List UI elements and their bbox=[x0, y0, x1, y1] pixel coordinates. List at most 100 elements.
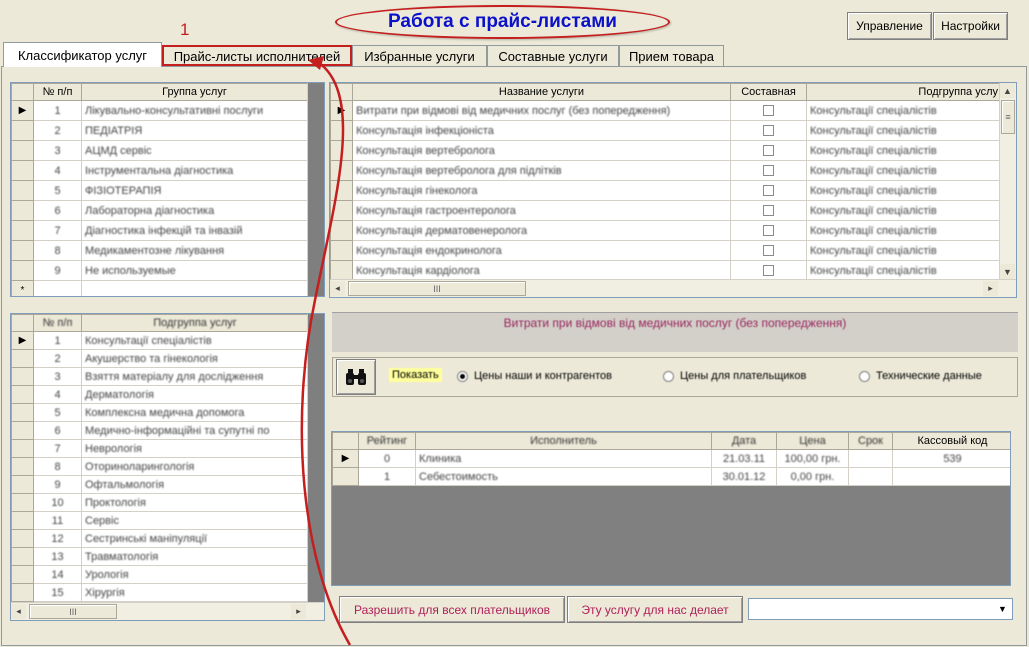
search-button[interactable] bbox=[336, 359, 376, 395]
scroll-right-icon[interactable]: ▸ bbox=[983, 281, 998, 296]
row-selector[interactable] bbox=[11, 547, 34, 566]
table-row[interactable]: ▶ 0 Клиника 21.03.11 100,00 грн. 539 bbox=[332, 449, 1010, 468]
service-subgroup[interactable]: Консультації спеціалістів bbox=[806, 120, 1001, 141]
composite-checkbox[interactable] bbox=[763, 225, 774, 237]
subgroup-name[interactable]: Консультації спеціалістів bbox=[81, 331, 309, 350]
group-name[interactable]: ФІЗІОТЕРАПІЯ bbox=[81, 180, 308, 201]
subgroup-name[interactable]: Урологія bbox=[81, 565, 309, 584]
group-name[interactable]: Не используемые bbox=[81, 260, 308, 281]
table-row[interactable]: 13 Травматологія bbox=[11, 547, 309, 566]
row-selector[interactable] bbox=[330, 260, 353, 281]
service-subgroup[interactable]: Консультації спеціалістів bbox=[806, 100, 1001, 121]
table-row[interactable]: 2 Акушерство та гінекологія bbox=[11, 349, 309, 368]
row-selector[interactable] bbox=[330, 180, 353, 201]
composite-checkbox-cell[interactable] bbox=[730, 140, 807, 161]
composite-checkbox[interactable] bbox=[763, 165, 774, 177]
composite-checkbox[interactable] bbox=[763, 185, 774, 197]
subgroup-name[interactable]: Взяття матеріалу для дослідження bbox=[81, 367, 309, 386]
row-selector[interactable] bbox=[11, 565, 34, 584]
table-row[interactable]: 4 Інструментальна діагностика bbox=[11, 160, 308, 181]
row-selector[interactable] bbox=[11, 367, 34, 386]
table-row[interactable]: Консультація інфекціоніста Консультації с… bbox=[330, 120, 1001, 141]
composite-checkbox-cell[interactable] bbox=[730, 240, 807, 261]
composite-checkbox[interactable] bbox=[763, 105, 774, 117]
radio-our-prices[interactable]: Цены наши и контрагентов bbox=[457, 370, 612, 382]
table-row[interactable]: Консультація гінеколога Консультації спец… bbox=[330, 180, 1001, 201]
table-row[interactable]: 14 Урологія bbox=[11, 565, 309, 584]
row-selector[interactable] bbox=[330, 240, 353, 261]
table-row[interactable]: Консультація гастроентеролога Консультаці… bbox=[330, 200, 1001, 221]
row-selector[interactable] bbox=[11, 475, 34, 494]
table-row[interactable]: 6 Лабораторна діагностика bbox=[11, 200, 308, 221]
composite-checkbox-cell[interactable] bbox=[730, 120, 807, 141]
row-selector[interactable] bbox=[330, 200, 353, 221]
table-row[interactable]: Консультація дерматовенеролога Консультац… bbox=[330, 220, 1001, 241]
group-name[interactable]: АЦМД сервіс bbox=[81, 140, 308, 161]
row-selector[interactable] bbox=[11, 511, 34, 530]
composite-checkbox[interactable] bbox=[763, 205, 774, 217]
row-selector[interactable] bbox=[11, 180, 34, 201]
table-row[interactable]: 10 Проктологія bbox=[11, 493, 309, 512]
services-vscroll[interactable]: ▲ ≡ ▼ bbox=[999, 83, 1016, 279]
service-name[interactable]: Консультація ендокринолога bbox=[352, 240, 731, 261]
row-selector[interactable] bbox=[11, 439, 34, 458]
table-row[interactable]: 15 Хірургія bbox=[11, 583, 309, 602]
composite-checkbox-cell[interactable] bbox=[730, 260, 807, 281]
row-selector[interactable]: ▶ bbox=[11, 331, 34, 350]
row-selector[interactable] bbox=[11, 349, 34, 368]
scroll-left-icon[interactable]: ◂ bbox=[11, 604, 26, 619]
subgroups-grid[interactable]: № п/п Подгруппа услуг ▶ 1 Консультації спе… bbox=[10, 313, 325, 621]
radio-payer-prices[interactable]: Цены для плательщиков bbox=[663, 370, 806, 382]
service-name[interactable]: Консультація гінеколога bbox=[352, 180, 731, 201]
tab-executor-price-lists[interactable]: Прайс-листы исполнителей bbox=[162, 45, 352, 66]
table-row[interactable]: Консультація вертебролога Консультації сп… bbox=[330, 140, 1001, 161]
group-name[interactable]: Інструментальна діагностика bbox=[81, 160, 308, 181]
row-selector[interactable] bbox=[11, 421, 34, 440]
price-executor[interactable]: Себестоимость bbox=[415, 467, 712, 486]
subgroup-name[interactable]: Сестринські маніпуляції bbox=[81, 529, 309, 548]
subgroup-name[interactable]: Акушерство та гінекологія bbox=[81, 349, 309, 368]
table-row[interactable]: 8 Оториноларингологія bbox=[11, 457, 309, 476]
services-col-name[interactable]: Название услуги bbox=[352, 83, 731, 101]
services-grid[interactable]: Название услуги Составная Подгруппа услу… bbox=[329, 82, 1017, 298]
table-row[interactable]: 5 ФІЗІОТЕРАПІЯ bbox=[11, 180, 308, 201]
table-row[interactable]: 3 Взяття матеріалу для дослідження bbox=[11, 367, 309, 386]
row-selector[interactable]: ▶ bbox=[330, 100, 353, 121]
group-name[interactable]: Діагностика інфекцій та інвазій bbox=[81, 220, 308, 241]
service-subgroup[interactable]: Консультації спеціалістів bbox=[806, 180, 1001, 201]
row-selector[interactable] bbox=[11, 403, 34, 422]
group-name[interactable]: Медикаментозне лікування bbox=[81, 240, 308, 261]
row-selector[interactable] bbox=[11, 385, 34, 404]
scroll-up-icon[interactable]: ▲ bbox=[1000, 83, 1015, 98]
composite-checkbox-cell[interactable] bbox=[730, 160, 807, 181]
service-subgroup[interactable]: Консультації спеціалістів bbox=[806, 220, 1001, 241]
composite-checkbox[interactable] bbox=[763, 245, 774, 257]
table-row[interactable]: ▶ 1 Консультації спеціалістів bbox=[11, 331, 309, 350]
service-subgroup[interactable]: Консультації спеціалістів bbox=[806, 260, 1001, 281]
groups-grid[interactable]: № п/п Группа услуг ▶ 1 Лікувально-консульт… bbox=[10, 82, 325, 297]
table-row[interactable]: Консультація вертебролога для підлітків К… bbox=[330, 160, 1001, 181]
scroll-left-icon[interactable]: ◂ bbox=[330, 281, 345, 296]
composite-checkbox[interactable] bbox=[763, 265, 774, 277]
prices-col-price[interactable]: Цена bbox=[776, 432, 849, 450]
executor-combo[interactable]: ▼ bbox=[748, 598, 1013, 620]
prices-col-date[interactable]: Дата bbox=[711, 432, 777, 450]
service-made-by-button[interactable]: Эту услугу для нас делает bbox=[567, 596, 743, 623]
service-subgroup[interactable]: Консультації спеціалістів bbox=[806, 240, 1001, 261]
services-hscroll[interactable]: ◂ III ▸ bbox=[330, 279, 1016, 297]
table-row[interactable]: Консультація кардіолога Консультації спец… bbox=[330, 260, 1001, 281]
new-row-marker[interactable]: * bbox=[11, 280, 34, 296]
table-row[interactable]: 12 Сестринські маніпуляції bbox=[11, 529, 309, 548]
row-selector[interactable] bbox=[11, 240, 34, 261]
price-executor[interactable]: Клиника bbox=[415, 449, 712, 468]
scroll-down-icon[interactable]: ▼ bbox=[1000, 264, 1015, 279]
row-selector[interactable] bbox=[330, 220, 353, 241]
service-name[interactable]: Консультація дерматовенеролога bbox=[352, 220, 731, 241]
row-selector[interactable]: ▶ bbox=[11, 100, 34, 121]
subgroups-vscroll[interactable] bbox=[307, 314, 324, 602]
subgroup-name[interactable]: Оториноларингологія bbox=[81, 457, 309, 476]
tab-goods-receipt[interactable]: Прием товара bbox=[619, 45, 724, 66]
row-selector[interactable] bbox=[330, 120, 353, 141]
service-subgroup[interactable]: Консультації спеціалістів bbox=[806, 160, 1001, 181]
service-name[interactable]: Консультація вертебролога для підлітків bbox=[352, 160, 731, 181]
